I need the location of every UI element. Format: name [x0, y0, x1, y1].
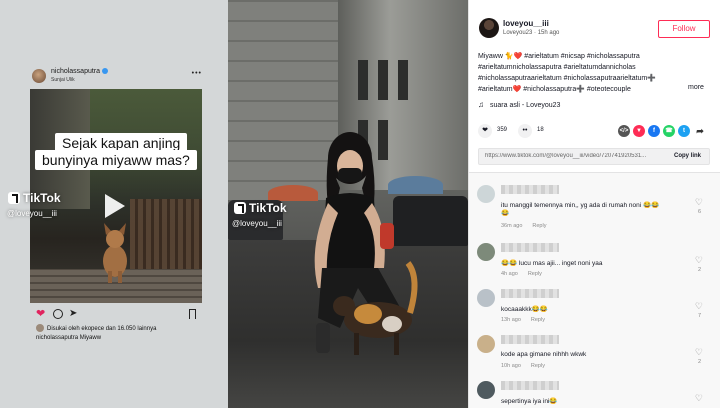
liked-by[interactable]: Disukai oleh ekopece dan 16.050 lainnya — [36, 324, 156, 332]
person-with-cat — [314, 132, 418, 355]
heart-icon[interactable]: ❤ — [36, 309, 45, 320]
comment-text: kode apa gimane nihhh wkwk — [501, 351, 587, 358]
bookmark-icon[interactable] — [189, 309, 196, 319]
comment-item: 😂😂 lucu mas ajii... inget noni yaa 4h ag… — [469, 231, 720, 277]
like-count: 359 — [497, 127, 508, 133]
copy-link-button[interactable]: Copy link — [674, 153, 701, 159]
stats-bar: ❤ 359 •• 18 </> ▼ f ☎ t ➦ — [478, 124, 714, 140]
comment-text: 😂 — [501, 210, 510, 217]
send-icon[interactable]: ➤ — [69, 309, 77, 319]
commenter-name[interactable] — [501, 381, 559, 390]
avatar[interactable] — [477, 381, 495, 399]
share-link-box: https://www.tiktok.com/@loveyou__iii/vid… — [478, 148, 710, 165]
video-description: Miyaww 🐈❤️ #arieltatum #nicsap #nicholas… — [478, 53, 656, 93]
comment-item: itu manggil temennya min,, yg ada di rum… — [469, 173, 720, 229]
dog-figure — [103, 223, 127, 283]
tiktok-share-icon[interactable]: ▼ — [633, 125, 645, 137]
avatar[interactable] — [477, 243, 495, 261]
comment-text: 😂😂 lucu mas ajii... inget noni yaa — [501, 260, 603, 267]
comment-icon[interactable] — [53, 309, 63, 319]
comment-count: 18 — [537, 127, 544, 133]
caption-line-2: bunyinya miyaww mas? — [35, 150, 197, 170]
comment-list: itu manggil temennya min,, yg ada di rum… — [469, 172, 720, 408]
facebook-icon[interactable]: f — [648, 125, 660, 137]
ig-username[interactable]: nicholassaputra — [51, 68, 109, 75]
ig-location[interactable]: Sunjai Ulik — [51, 77, 75, 83]
embed-icon[interactable]: </> — [618, 125, 630, 137]
commenter-name[interactable] — [501, 335, 559, 344]
comment-icon[interactable]: •• — [518, 124, 532, 138]
author-subline: Loveyou23 · 15h ago — [503, 30, 560, 36]
video-url[interactable]: https://www.tiktok.com/@loveyou__iii/vid… — [485, 153, 655, 159]
ig-action-bar: ❤ ➤ — [36, 309, 196, 321]
music-note-icon: ♫ — [478, 100, 484, 109]
heart-icon[interactable]: ♡ — [695, 393, 703, 404]
left-panel: nicholassaputra Sunjai Ulik ••• Sejak ka… — [0, 0, 228, 408]
verified-icon — [102, 68, 109, 74]
comment-text: sepertinya iya ini😂 — [501, 398, 558, 405]
video-details-panel: loveyou__iii Loveyou23 · 15h ago Follow … — [468, 0, 720, 408]
instagram-post-header: nicholassaputra Sunjai Ulik ••• — [32, 68, 202, 86]
whatsapp-icon[interactable]: ☎ — [663, 125, 675, 137]
comment-like-count: 2 — [697, 267, 701, 273]
music-link[interactable]: ♫ suara asli - Loveyou23 — [478, 100, 560, 109]
comment-item: sepertinya iya ini😂 ♡ — [469, 369, 720, 408]
comment-text: kocaaakkk😂😂 — [501, 306, 548, 313]
avatar[interactable] — [477, 185, 495, 203]
reply-link[interactable]: Reply — [532, 223, 546, 229]
share-arrow-icon[interactable]: ➦ — [694, 125, 706, 137]
avatar[interactable] — [32, 69, 46, 83]
like-icon[interactable]: ❤ — [478, 124, 492, 138]
more-options-icon[interactable]: ••• — [192, 70, 202, 77]
commenter-name[interactable] — [501, 243, 559, 252]
tiktok-watermark: TikTok — [234, 201, 287, 215]
commenter-name[interactable] — [501, 185, 559, 194]
comment-item: kocaaakkk😂😂 13h ago Reply ♡ 7 — [469, 277, 720, 323]
commenter-name[interactable] — [501, 289, 559, 298]
tiktok-logo-icon — [234, 202, 246, 214]
comment-text: itu manggil temennya min,, yg ada di rum… — [501, 202, 660, 209]
post-caption: nicholassaputra Miyaww — [36, 335, 102, 341]
avatar[interactable] — [477, 289, 495, 307]
tiktok-logo-icon — [8, 192, 20, 204]
avatar[interactable] — [477, 335, 495, 353]
author-username[interactable]: loveyou__iii — [503, 19, 549, 28]
tiktok-handle: @loveyou__iii — [7, 209, 57, 218]
comment-like-count: 2 — [697, 359, 701, 365]
heart-icon[interactable]: ♡ — [695, 197, 703, 208]
tiktok-watermark: TikTok — [8, 191, 61, 205]
heart-icon[interactable]: ♡ — [695, 347, 703, 358]
follow-button[interactable]: Follow — [658, 20, 710, 38]
play-icon[interactable] — [105, 194, 125, 218]
twitter-icon[interactable]: t — [678, 125, 690, 137]
comment-meta: 36m ago Reply — [501, 223, 547, 229]
heart-icon[interactable]: ♡ — [695, 301, 703, 312]
avatar — [36, 324, 44, 332]
comment-like-count: 6 — [697, 209, 701, 215]
video-frame[interactable]: TikTok @loveyou__iii — [228, 0, 468, 408]
heart-icon[interactable]: ♡ — [695, 255, 703, 266]
more-link[interactable]: more — [688, 84, 704, 91]
avatar[interactable] — [479, 18, 499, 38]
tiktok-handle: @loveyou__iii — [232, 219, 282, 228]
comment-item: kode apa gimane nihhh wkwk 10h ago Reply … — [469, 323, 720, 369]
comment-like-count: 7 — [697, 313, 701, 319]
